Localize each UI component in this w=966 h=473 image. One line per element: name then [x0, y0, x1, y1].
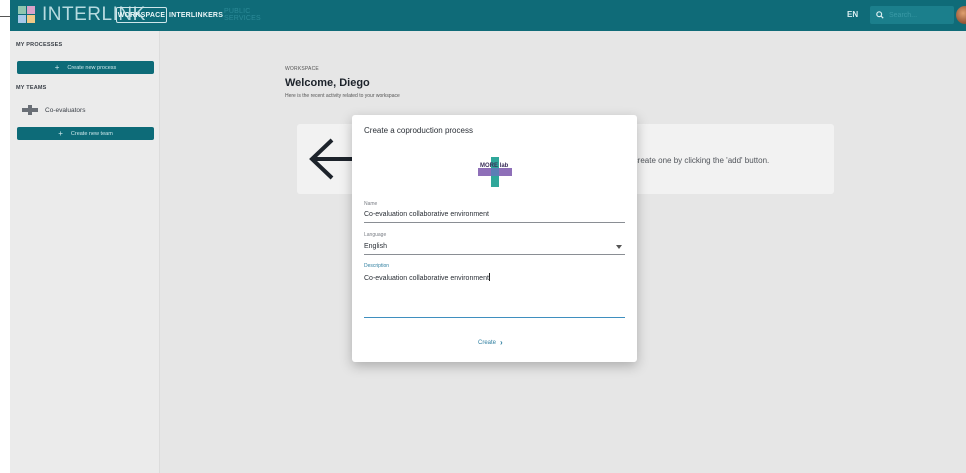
- nav-interlinkers[interactable]: INTERLINKERS: [169, 7, 223, 23]
- plus-icon: +: [54, 62, 60, 72]
- dialog-title: Create a coproduction process: [364, 126, 473, 135]
- search-placeholder: Search...: [889, 11, 918, 19]
- sidebar-item-co-evaluators[interactable]: Co-evaluators: [22, 105, 85, 115]
- language-select[interactable]: English: [364, 243, 387, 250]
- process-logo-image[interactable]: MORE lab: [478, 157, 512, 187]
- language-underline: [364, 254, 625, 255]
- description-text: Co-evaluation collaborative environment: [364, 275, 489, 282]
- name-field[interactable]: Co-evaluation collaborative environment: [364, 211, 489, 218]
- workspace-label: WORKSPACE: [285, 66, 319, 72]
- nav-workspace[interactable]: WORKSPACE: [116, 7, 167, 23]
- page-subtitle: Here is the recent activity related to y…: [285, 93, 400, 99]
- team-name: Co-evaluators: [45, 106, 86, 114]
- create-team-button[interactable]: + Create new team: [17, 127, 154, 140]
- language-label: Language: [364, 232, 387, 238]
- logo-caption: MORE lab: [480, 163, 509, 169]
- search-icon: [876, 11, 884, 19]
- name-label: Name: [364, 201, 378, 207]
- description-label: Description: [364, 263, 390, 269]
- top-bar: INTERLINK WORKSPACE INTERLINKERS PUBLIC …: [10, 0, 966, 31]
- chevron-down-icon[interactable]: [616, 245, 622, 249]
- create-process-label: Create new process: [67, 64, 117, 71]
- sidebar: MY PROCESSES + Create new process MY TEA…: [10, 31, 160, 473]
- my-processes-heading: MY PROCESSES: [16, 42, 63, 48]
- logo-icon: [18, 6, 38, 24]
- user-avatar[interactable]: [956, 6, 966, 24]
- page-title: Welcome, Diego: [285, 77, 370, 89]
- nav-public-services[interactable]: PUBLIC SERVICES: [224, 7, 284, 23]
- create-button[interactable]: Create ›: [478, 338, 503, 347]
- create-team-label: Create new team: [70, 130, 113, 137]
- text-cursor: [489, 273, 490, 281]
- name-underline: [364, 222, 625, 223]
- empty-state-text: n create one by clicking the 'add' butto…: [627, 156, 770, 165]
- team-icon: [22, 105, 38, 115]
- create-process-dialog: Create a coproduction process MORE lab N…: [352, 115, 637, 362]
- language-selector[interactable]: EN: [847, 10, 858, 19]
- description-field[interactable]: Co-evaluation collaborative environment: [364, 273, 490, 282]
- description-underline: [364, 317, 625, 318]
- my-teams-heading: MY TEAMS: [16, 85, 47, 91]
- app-window: INTERLINK WORKSPACE INTERLINKERS PUBLIC …: [10, 0, 966, 473]
- create-label: Create: [478, 339, 497, 346]
- arrow-left-icon: [309, 138, 358, 180]
- chevron-right-icon: ›: [500, 338, 503, 347]
- create-process-button[interactable]: + Create new process: [17, 61, 154, 74]
- search-input[interactable]: Search...: [870, 6, 954, 24]
- plus-icon: +: [58, 128, 63, 138]
